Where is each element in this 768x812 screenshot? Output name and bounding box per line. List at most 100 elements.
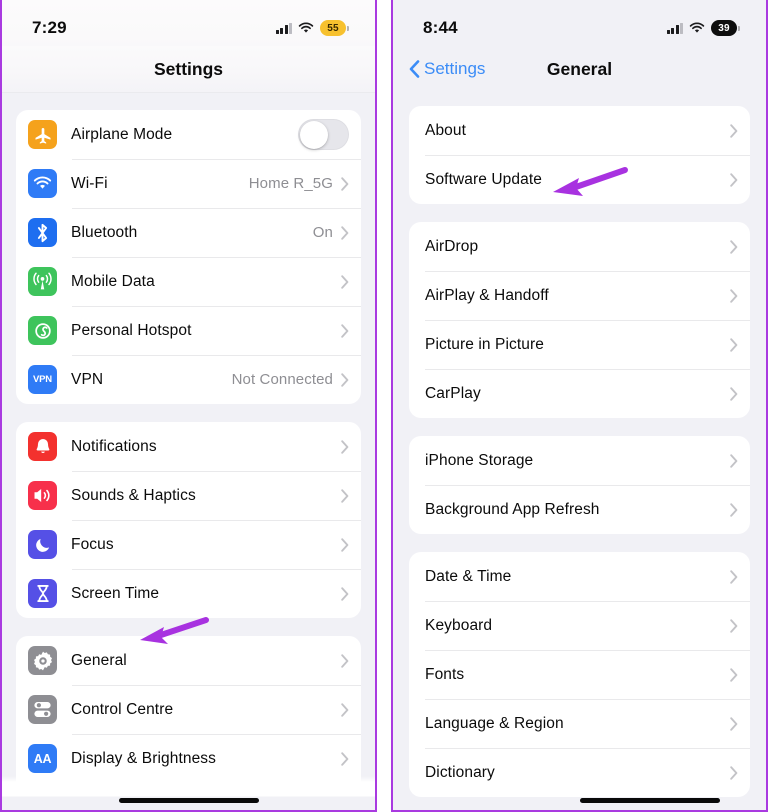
battery-cap <box>738 25 740 31</box>
settings-row-value: Home R_5G <box>248 175 333 192</box>
settings-row-label: Dictionary <box>425 763 495 781</box>
left-phone-frame: 7:29 55 Settings Airplane Mode Wi-Fi Home … <box>0 0 377 812</box>
settings-row-label: Wi-Fi <box>71 174 108 192</box>
settings-list[interactable]: Airplane Mode Wi-Fi Home R_5G Bluetooth On Mo… <box>2 110 375 810</box>
settings-row-iphone-storage[interactable]: iPhone Storage <box>409 436 750 485</box>
left-nav-bar: Settings <box>2 46 375 92</box>
settings-row-label: Keyboard <box>425 616 493 634</box>
bluetooth-icon <box>28 218 57 247</box>
settings-row-label: Language & Region <box>425 714 564 732</box>
settings-group-alerts: Notifications Sounds & Haptics Focus Screen… <box>16 422 361 618</box>
settings-row-picture-in-picture[interactable]: Picture in Picture <box>409 320 750 369</box>
battery-level-badge: 55 <box>320 20 346 36</box>
chevron-right-icon <box>730 123 738 138</box>
hotspot-icon <box>28 316 57 345</box>
settings-row-sounds-haptics[interactable]: Sounds & Haptics <box>16 471 361 520</box>
right-phone-frame: 8:44 39 Settings General About Software … <box>391 0 768 812</box>
settings-row-date-time[interactable]: Date & Time <box>409 552 750 601</box>
settings-row-about[interactable]: About <box>409 106 750 155</box>
cellular-tower-icon <box>28 267 57 296</box>
settings-row-keyboard[interactable]: Keyboard <box>409 601 750 650</box>
battery-indicator: 39 <box>711 20 740 36</box>
settings-row-label: Picture in Picture <box>425 335 544 353</box>
settings-row-fonts[interactable]: Fonts <box>409 650 750 699</box>
chevron-right-icon <box>341 274 349 289</box>
wifi-icon <box>689 22 705 34</box>
settings-row-screen-time[interactable]: Screen Time <box>16 569 361 618</box>
settings-row-focus[interactable]: Focus <box>16 520 361 569</box>
settings-row-label: Background App Refresh <box>425 500 600 518</box>
back-button-label: Settings <box>424 59 486 78</box>
cellular-signal-icon <box>666 22 683 34</box>
settings-row-airdrop[interactable]: AirDrop <box>409 222 750 271</box>
battery-indicator: 55 <box>320 20 349 36</box>
airplane-icon <box>28 120 57 149</box>
settings-row-control-centre[interactable]: Control Centre <box>16 685 361 734</box>
settings-row-label: Display & Brightness <box>71 749 217 767</box>
chevron-right-icon <box>730 618 738 633</box>
chevron-right-icon <box>730 502 738 517</box>
airplane-mode-toggle[interactable] <box>298 119 349 150</box>
chevron-right-icon <box>730 172 738 187</box>
cellular-signal-icon <box>275 22 292 34</box>
settings-row-carplay[interactable]: CarPlay <box>409 369 750 418</box>
chevron-right-icon <box>730 239 738 254</box>
back-button[interactable]: Settings <box>409 59 485 79</box>
chevron-right-icon <box>341 702 349 717</box>
home-indicator <box>580 798 720 803</box>
chevron-right-icon <box>341 323 349 338</box>
settings-row-label: General <box>71 651 127 669</box>
chevron-right-icon <box>730 569 738 584</box>
settings-row-software-update[interactable]: Software Update <box>409 155 750 204</box>
settings-row-label: AirPlay & Handoff <box>425 286 549 304</box>
vpn-icon: VPN <box>28 365 57 394</box>
settings-group-locale: Date & Time Keyboard Fonts Language & Regio… <box>409 552 750 797</box>
chevron-right-icon <box>341 537 349 552</box>
chevron-right-icon <box>730 453 738 468</box>
settings-group-sharing: AirDrop AirPlay & Handoff Picture in Pictu… <box>409 222 750 418</box>
page-title: Settings <box>153 58 224 79</box>
settings-row-wi-fi[interactable]: Wi-Fi Home R_5G <box>16 159 361 208</box>
settings-row-label: VPN <box>71 370 104 388</box>
settings-row-mobile-data[interactable]: Mobile Data <box>16 257 361 306</box>
left-bottom-strip <box>2 776 375 810</box>
settings-row-notifications[interactable]: Notifications <box>16 422 361 471</box>
settings-row-airplane-mode[interactable]: Airplane Mode <box>16 110 361 159</box>
settings-group-storage: iPhone Storage Background App Refresh <box>409 436 750 534</box>
settings-row-personal-hotspot[interactable]: Personal Hotspot <box>16 306 361 355</box>
chevron-left-icon <box>409 60 420 78</box>
settings-row-vpn[interactable]: VPN VPN Not Connected <box>16 355 361 404</box>
gear-icon <box>28 646 57 675</box>
chevron-right-icon <box>341 586 349 601</box>
display-brightness-icon: AA <box>28 744 57 773</box>
settings-row-bluetooth[interactable]: Bluetooth On <box>16 208 361 257</box>
chevron-right-icon <box>341 751 349 766</box>
settings-row-label: Notifications <box>71 437 157 455</box>
settings-row-language-region[interactable]: Language & Region <box>409 699 750 748</box>
left-status-time: 7:29 <box>32 18 67 37</box>
chevron-right-icon <box>341 372 349 387</box>
settings-row-label: Airplane Mode <box>71 125 173 143</box>
control-centre-icon <box>28 695 57 724</box>
settings-row-value: Not Connected <box>231 371 333 388</box>
settings-row-label: CarPlay <box>425 384 481 402</box>
settings-row-general[interactable]: General <box>16 636 361 685</box>
chevron-right-icon <box>730 765 738 780</box>
right-status-time: 8:44 <box>423 18 458 37</box>
chevron-right-icon <box>341 225 349 240</box>
settings-row-dictionary[interactable]: Dictionary <box>409 748 750 797</box>
chevron-right-icon <box>730 716 738 731</box>
settings-row-airplay-handoff[interactable]: AirPlay & Handoff <box>409 271 750 320</box>
chevron-right-icon <box>730 288 738 303</box>
settings-row-label: Mobile Data <box>71 272 155 290</box>
right-status-bar: 8:44 39 <box>393 0 766 46</box>
home-indicator <box>118 798 259 803</box>
right-nav-bar: Settings General <box>393 46 766 92</box>
general-settings-list[interactable]: About Software Update AirDrop AirPlay & Han… <box>393 106 766 810</box>
battery-level-badge: 39 <box>711 20 737 36</box>
chevron-right-icon <box>341 176 349 191</box>
left-status-indicators: 55 <box>275 20 349 36</box>
left-status-bar: 7:29 55 <box>2 0 375 46</box>
settings-row-label: Personal Hotspot <box>71 321 192 339</box>
settings-row-background-app-refresh[interactable]: Background App Refresh <box>409 485 750 534</box>
